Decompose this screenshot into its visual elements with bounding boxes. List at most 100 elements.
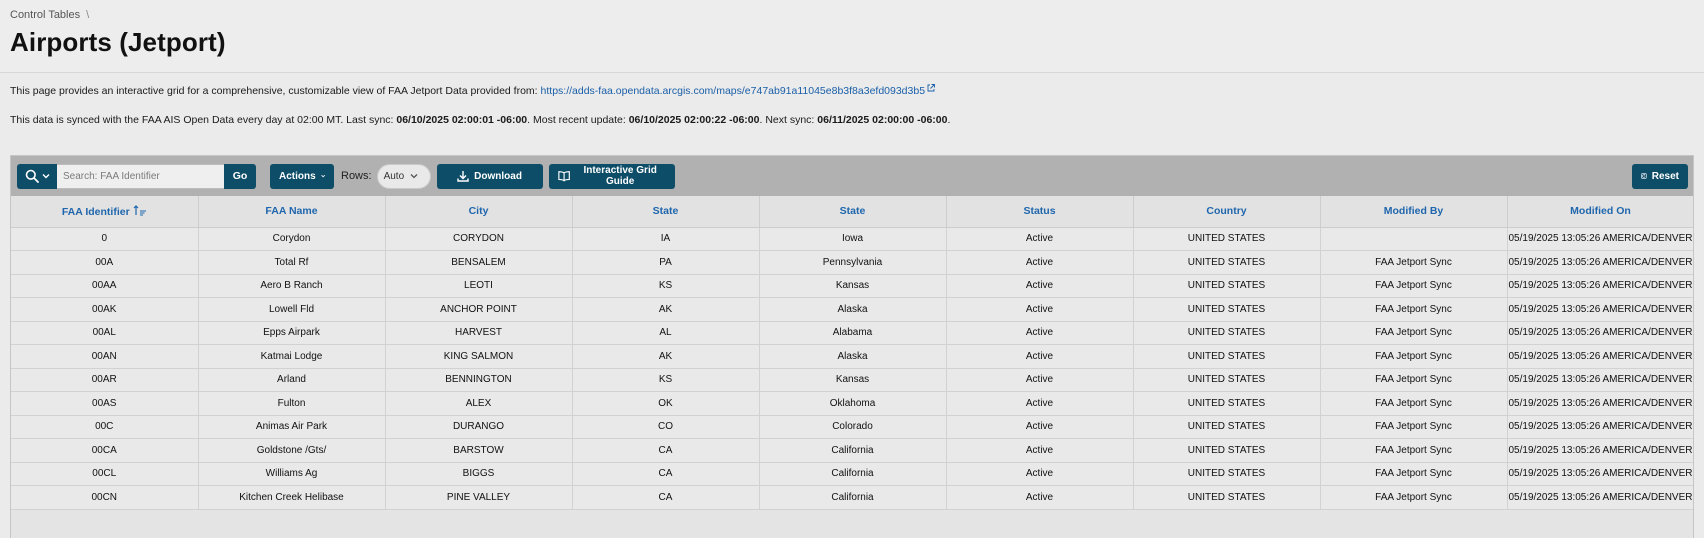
table-cell: PINE VALLEY [384,485,573,510]
table-row[interactable]: 00CL Williams Ag BIGGS CA California Active UN… [11,461,1693,486]
table-cell: Total Rf [197,250,386,275]
table-cell: Active [945,250,1134,275]
table-cell: Active [945,344,1134,369]
table-cell: 00CA [11,438,199,463]
table-cell: 05/19/2025 13:05:26 AMERICA/DENVER [1506,485,1693,510]
column-header-label: State [839,205,866,218]
table-row[interactable]: 00CN Kitchen Creek Helibase PINE VALLEY CA C… [11,485,1693,510]
actions-button[interactable]: Actions [270,163,334,189]
table-row[interactable]: 00A Total Rf BENSALEM PA Pennsylvania Active U… [11,250,1693,275]
table-cell: BIGGS [384,461,573,486]
table-cell: UNITED STATES [1132,344,1321,369]
column-header-label: State [652,205,679,218]
column-header[interactable]: Modified By [1319,196,1508,228]
table-cell: DURANGO [384,414,573,439]
table-cell: IA [571,226,760,251]
column-header[interactable]: State [571,196,760,228]
column-header[interactable]: FAA Name [197,196,386,228]
column-header[interactable]: State [758,196,947,228]
table-cell: KS [571,273,760,298]
search-input[interactable] [57,163,224,189]
table-row[interactable]: 00AA Aero B Ranch LEOTI KS Kansas Active UNITE… [11,273,1693,298]
table-cell: UNITED STATES [1132,485,1321,510]
table-cell: BENNINGTON [384,367,573,392]
table-cell: Goldstone /Gts/ [197,438,386,463]
table-cell: CO [571,414,760,439]
table-cell: 00C [11,414,199,439]
rows-select[interactable]: Auto [376,163,431,189]
table-cell: CA [571,461,760,486]
reset-icon [1641,173,1647,179]
table-row[interactable]: 00AK Lowell Fld ANCHOR POINT AK Alaska Active… [11,297,1693,322]
recent-update-value: 06/10/2025 02:00:22 -06:00 [628,114,760,126]
table-cell: Active [945,320,1134,345]
column-header-label: FAA Name [265,205,318,218]
breadcrumb-parent[interactable]: Control Tables [10,9,80,21]
table-cell: Colorado [758,414,947,439]
actions-label: Actions [279,170,316,182]
table-cell: California [758,461,947,486]
column-header[interactable]: Modified On [1506,196,1693,228]
table-cell: Arland [197,367,386,392]
search-group: Go [17,163,256,189]
table-cell: 00AS [11,391,199,416]
table-row[interactable]: 0 Corydon CORYDON IA Iowa Active UNITED STATES… [11,226,1693,251]
table-row[interactable]: 00AR Arland BENNINGTON KS Kansas Active UNITED… [11,367,1693,392]
table-cell: UNITED STATES [1132,438,1321,463]
table-cell: 00AN [11,344,199,369]
page-title: Airports (Jetport) [10,27,226,57]
table-row[interactable]: 00AS Fulton ALEX OK Oklahoma Active UNITED STA… [11,391,1693,416]
description-prefix: This page provides an interactive grid f… [10,85,541,97]
external-link-icon [927,84,935,92]
table-cell: Corydon [197,226,386,251]
table-cell: Lowell Fld [197,297,386,322]
column-header[interactable]: Status [945,196,1134,228]
table-cell: Alabama [758,320,947,345]
table-cell: UNITED STATES [1132,226,1321,251]
table-cell: Active [945,297,1134,322]
column-header[interactable]: Country [1132,196,1321,228]
table-cell: FAA Jetport Sync [1319,320,1508,345]
column-header-label: Country [1206,205,1247,218]
search-column-menu-button[interactable] [17,163,57,189]
table-cell: Active [945,461,1134,486]
table-cell: 05/19/2025 13:05:26 AMERICA/DENVER [1506,250,1693,275]
table-cell: 00CN [11,485,199,510]
table-cell: LEOTI [384,273,573,298]
table-row[interactable]: 00AN Katmai Lodge KING SALMON AK Alaska Activ… [11,344,1693,369]
reset-button[interactable]: Reset [1632,163,1688,189]
table-cell: FAA Jetport Sync [1319,414,1508,439]
table-cell: UNITED STATES [1132,367,1321,392]
table-row[interactable]: 00CA Goldstone /Gts/BARSTOW CA California Ac… [11,438,1693,463]
column-header[interactable]: FAA Identifier [11,196,199,228]
sync-text-d: . [947,114,951,126]
column-header-label: FAA Identifier [61,205,130,218]
table-row[interactable]: 00AL Epps Airpark HARVEST AL Alabama Active UN… [11,320,1693,345]
description-line-sync: This data is synced with the FAA AIS Ope… [10,114,950,126]
rows-label: Rows: [341,170,372,182]
table-cell: Epps Airpark [197,320,386,345]
search-icon [25,169,39,183]
table-cell: California [758,438,947,463]
table-header-row: FAA Identifier FAA Name City State State Stat… [11,196,1693,228]
table-cell: AK [571,297,760,322]
table-cell: UNITED STATES [1132,320,1321,345]
table-cell: 05/19/2025 13:05:26 AMERICA/DENVER [1506,461,1693,486]
column-header-label: Modified On [1570,205,1631,218]
download-label: Download [474,170,522,182]
table-cell: Alaska [758,297,947,322]
table-cell: Active [945,438,1134,463]
column-header-label: Status [1023,205,1056,218]
sort-ascending-icon[interactable] [133,204,147,216]
go-button[interactable]: Go [224,163,256,189]
table-cell: Williams Ag [197,461,386,486]
data-source-link[interactable]: https://adds-faa.opendata.arcgis.com/map… [541,85,926,97]
table-row[interactable]: 00C Animas Air Park DURANGO CO Colorado Activ… [11,414,1693,439]
table-cell: FAA Jetport Sync [1319,461,1508,486]
column-header[interactable]: City [384,196,573,228]
table-cell: KING SALMON [384,344,573,369]
download-button[interactable]: Download [436,163,543,189]
interactive-grid-guide-button[interactable]: Interactive Grid Guide [548,163,675,189]
table-cell: 00CL [11,461,199,486]
column-header-label: Modified By [1383,205,1444,218]
